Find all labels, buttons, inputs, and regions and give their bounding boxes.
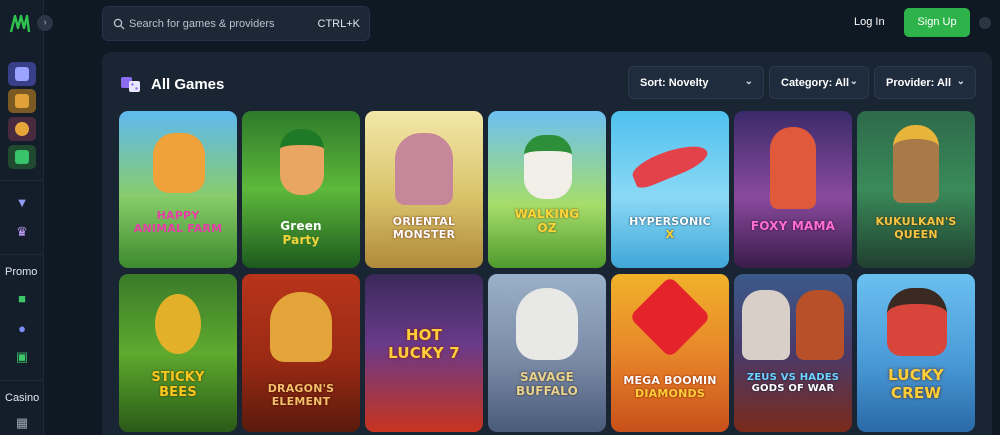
game-title: ZEUS VS HADES GODS OF WAR [746, 372, 840, 394]
category-label: Category: All [781, 77, 850, 89]
provider-label: Provider: All [886, 77, 951, 89]
page-title: All Games [151, 76, 225, 93]
search-input[interactable]: Search for games & providers CTRL+K [102, 6, 370, 41]
search-icon [113, 18, 125, 30]
game-tile-green-party[interactable]: Green Party [242, 111, 360, 268]
game-title: ORIENTAL MONSTER [392, 215, 456, 241]
sidebar-item-roulette[interactable] [8, 117, 36, 141]
queen-character [893, 125, 939, 203]
sidebar: › ▼ ♛ Promo ■ ● ▣ Casino ▦ [0, 0, 53, 435]
dragon-character [270, 292, 332, 362]
game-tile-hot-lucky-7[interactable]: HOT LUCKY 7 [365, 274, 483, 432]
game-tile-dragons-element[interactable]: DRAGON'S ELEMENT [242, 274, 360, 432]
leprechaun-character [280, 129, 324, 195]
brand-logo[interactable] [8, 12, 32, 36]
sidebar-divider [0, 254, 44, 255]
game-tile-zeus-vs-hades[interactable]: ZEUS VS HADES GODS OF WAR [734, 274, 852, 432]
trophy-icon[interactable]: ▼ [12, 192, 32, 212]
game-tile-kukulkans-queen[interactable]: KUKULKAN'S QUEEN [857, 111, 975, 268]
sidebar-item-originals[interactable] [8, 62, 36, 86]
game-tile-lucky-crew[interactable]: LUCKY CREW [857, 274, 975, 432]
game-thumbnail [611, 111, 729, 268]
game-title: HYPERSONIC X [629, 215, 711, 241]
sidebar-item-live[interactable] [8, 145, 36, 169]
coin-icon[interactable]: ● [12, 318, 32, 338]
provider-dropdown[interactable]: Provider: All ⌄ [874, 66, 976, 99]
game-tile-sticky-bees[interactable]: STICKY BEES [119, 274, 237, 432]
game-tile-hypersonic-x[interactable]: HYPERSONIC X [611, 111, 729, 268]
sidebar-section-promo: Promo [5, 266, 38, 278]
wizard-character [524, 135, 572, 199]
chevron-right-icon[interactable]: › [37, 15, 53, 31]
hades-character [796, 290, 844, 360]
game-tile-walking-oz[interactable]: WALKING OZ [488, 111, 606, 268]
game-title: DRAGON'S ELEMENT [267, 382, 335, 408]
search-shortcut: CTRL+K [317, 18, 361, 30]
zeus-character [742, 290, 790, 360]
game-tile-foxy-mama[interactable]: FOXY MAMA [734, 111, 852, 268]
sidebar-item-slots[interactable] [8, 89, 36, 113]
sidebar-divider [0, 180, 44, 181]
signup-button[interactable]: Sign Up [904, 8, 970, 37]
game-title: MEGA BOOMIN DIAMONDS [623, 374, 717, 400]
game-tile-mega-boomin-diamonds[interactable]: MEGA BOOMIN DIAMONDS [611, 274, 729, 432]
chevron-down-icon: ⌄ [849, 76, 858, 87]
pirate-character [887, 288, 947, 356]
foxy-character [770, 127, 816, 209]
sidebar-divider [0, 380, 44, 381]
category-dropdown[interactable]: Category: All ⌄ [769, 66, 869, 99]
dice-icon [121, 77, 140, 92]
game-tile-savage-buffalo[interactable]: SAVAGE BUFFALO [488, 274, 606, 432]
sort-label: Sort: Novelty [640, 77, 709, 89]
game-title: HAPPY ANIMAL FARM [133, 209, 223, 235]
buffalo-character [516, 288, 578, 360]
chevron-down-icon: ⌄ [956, 76, 965, 87]
game-title: SAVAGE BUFFALO [515, 370, 578, 398]
game-tile-happy-animal-farm[interactable]: HAPPY ANIMAL FARM [119, 111, 237, 268]
sidebar-section-casino: Casino [5, 392, 40, 404]
tiger-character [153, 133, 205, 193]
crown-icon[interactable]: ♛ [12, 222, 32, 242]
chest-icon [15, 94, 29, 108]
game-title: Green Party [280, 219, 322, 247]
controller-icon [15, 67, 29, 81]
game-tile-oriental-monster[interactable]: ORIENTAL MONSTER [365, 111, 483, 268]
game-title: KUKULKAN'S QUEEN [875, 215, 957, 241]
login-button[interactable]: Log In [854, 16, 885, 28]
game-title: WALKING OZ [514, 207, 580, 235]
roulette-icon [15, 122, 29, 136]
chevron-down-icon: ⌄ [744, 76, 753, 87]
chat-icon[interactable] [979, 17, 991, 29]
gift-icon[interactable]: ▣ [12, 347, 32, 367]
monster-character [395, 133, 453, 205]
grid-icon[interactable]: ▦ [12, 413, 32, 433]
game-title: HOT LUCKY 7 [388, 326, 460, 362]
bee-graphic [155, 294, 201, 354]
game-title: STICKY BEES [151, 370, 205, 400]
game-title: FOXY MAMA [750, 219, 836, 233]
rocket-icon [15, 150, 29, 164]
game-title: LUCKY CREW [888, 366, 944, 402]
search-placeholder: Search for games & providers [129, 18, 275, 30]
sort-dropdown[interactable]: Sort: Novelty ⌄ [628, 66, 764, 99]
ticket-icon[interactable]: ■ [12, 288, 32, 308]
